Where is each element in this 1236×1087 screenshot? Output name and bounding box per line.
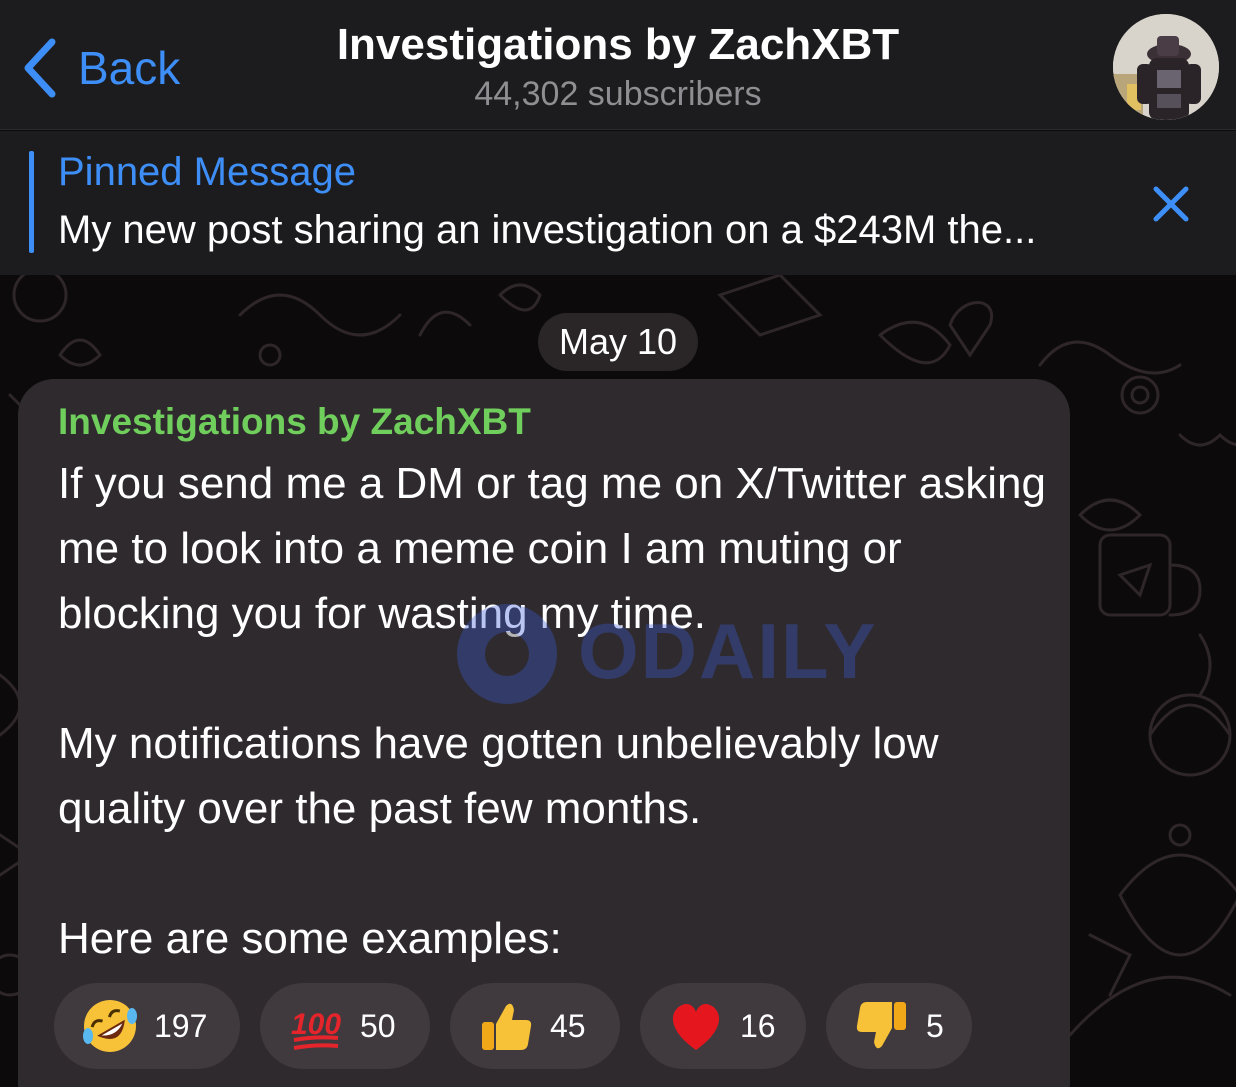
channel-title: Investigations by ZachXBT	[336, 20, 900, 69]
pinned-text: My new post sharing an investigation on …	[58, 208, 1037, 252]
reaction-count: 50	[360, 1007, 396, 1044]
back-button[interactable]: Back	[20, 36, 180, 100]
close-icon[interactable]	[1150, 183, 1192, 225]
channel-avatar[interactable]	[1113, 14, 1219, 120]
thumbs-down-icon	[856, 1002, 906, 1049]
avatar-image	[1113, 14, 1219, 120]
date-separator: May 10	[538, 313, 698, 371]
reaction-count: 45	[550, 1007, 586, 1044]
pinned-message-bar[interactable]: Pinned Message My new post sharing an in…	[0, 131, 1236, 275]
reaction-thumbs-up[interactable]: 45	[450, 983, 620, 1069]
reaction-hundred[interactable]: 100 50	[260, 983, 430, 1069]
watermark-logo-icon	[457, 604, 557, 704]
thumbs-up-icon	[482, 1003, 532, 1050]
reaction-count: 16	[740, 1007, 776, 1044]
reaction-laughing[interactable]: 197	[54, 983, 240, 1069]
reaction-heart[interactable]: 16	[640, 983, 806, 1069]
back-label: Back	[78, 42, 181, 94]
message-sender[interactable]: Investigations by ZachXBT	[58, 399, 531, 445]
watermark-text: ODAILY	[578, 607, 878, 695]
channel-info[interactable]: Investigations by ZachXBT 44,302 subscri…	[240, 18, 996, 116]
message-bubble[interactable]: Investigations by ZachXBT If you send me…	[18, 379, 1070, 1087]
chat-area[interactable]: May 10 Investigations by ZachXBT If you …	[0, 275, 1236, 1087]
reaction-thumbs-down[interactable]: 5	[826, 983, 972, 1069]
chevron-left-icon	[24, 38, 56, 98]
red-heart-icon	[672, 1003, 720, 1050]
hundred-points-icon: 100	[291, 1008, 341, 1050]
reaction-count: 197	[154, 1007, 208, 1044]
chat-header: Back Investigations by ZachXBT 44,302 su…	[0, 0, 1236, 130]
pinned-title: Pinned Message	[58, 150, 356, 194]
message-text: If you send me a DM or tag me on X/Twitt…	[58, 459, 1046, 963]
rolling-on-floor-laughing-icon	[83, 1000, 137, 1052]
pinned-indicator	[29, 151, 34, 253]
reaction-count: 5	[926, 1007, 944, 1044]
subscriber-count: 44,302 subscribers	[474, 75, 762, 113]
